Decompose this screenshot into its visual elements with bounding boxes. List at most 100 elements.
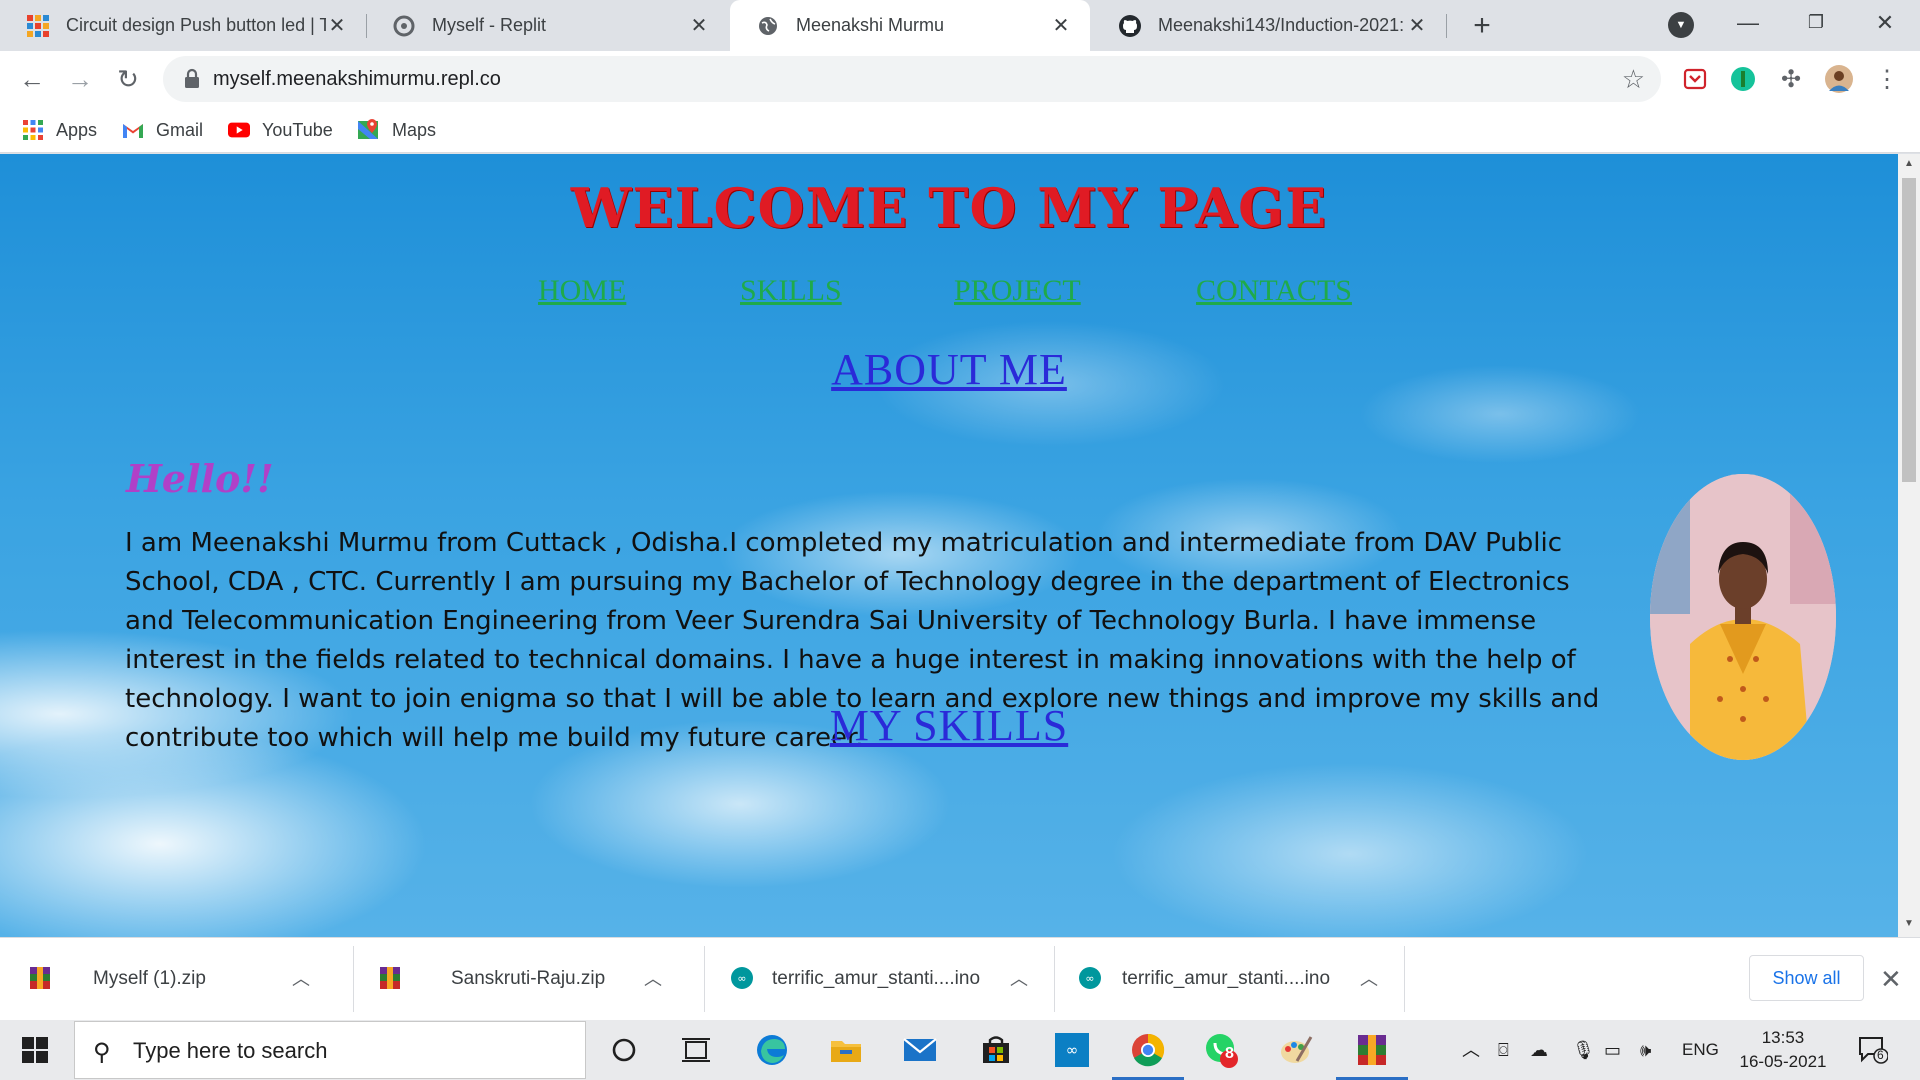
tab-meenakshi-murmu[interactable]: Meenakshi Murmu ✕	[730, 0, 1090, 51]
cortana-icon[interactable]	[604, 1030, 644, 1070]
language-indicator[interactable]: ENG	[1682, 1020, 1719, 1080]
battery-icon[interactable]: ▭	[1604, 1020, 1621, 1080]
close-downloads-icon[interactable]: ✕	[1880, 964, 1902, 995]
file-explorer-icon[interactable]	[826, 1030, 866, 1070]
chrome-icon[interactable]	[1128, 1030, 1168, 1070]
nav-link-contacts[interactable]: CONTACTS	[1196, 274, 1352, 308]
close-tab-icon[interactable]: ✕	[688, 15, 710, 37]
nav-link-skills[interactable]: SKILLS	[740, 274, 842, 308]
svg-text:∞: ∞	[1085, 972, 1094, 985]
whatsapp-badge: 8	[1225, 1045, 1234, 1062]
bookmark-label: Apps	[56, 119, 98, 140]
tab-title: Meenakshi143/Induction-2021: In	[1158, 15, 1406, 35]
winrar-icon	[28, 966, 52, 990]
page-content: WELCOME TO MY PAGE HOME SKILLS PROJECT C…	[0, 154, 1898, 937]
download-item[interactable]: Myself (1).zip ︿	[0, 938, 350, 1020]
tab-github[interactable]: Meenakshi143/Induction-2021: In ✕	[1092, 0, 1446, 51]
scroll-down-icon[interactable]: ▼	[1903, 918, 1915, 930]
my-skills-heading[interactable]: MY SKILLS	[0, 700, 1898, 751]
search-placeholder: Type here to search	[133, 1038, 328, 1063]
back-icon[interactable]: ←	[14, 61, 50, 97]
nav-link-project[interactable]: PROJECT	[954, 274, 1081, 308]
restore-icon[interactable]: ❐	[1786, 0, 1846, 45]
tab-title: Circuit design Push button led | T	[66, 15, 326, 35]
bookmark-maps[interactable]: Maps	[358, 107, 436, 153]
clock[interactable]: 13:53 16-05-2021	[1728, 1026, 1838, 1074]
download-filename: terrific_amur_stanti....ino	[772, 968, 981, 989]
tab-divider	[1446, 14, 1447, 38]
chevron-up-icon[interactable]: ︿	[1010, 938, 1028, 1020]
close-tab-icon[interactable]: ✕	[1050, 15, 1072, 37]
chevron-up-icon[interactable]: ︿	[292, 938, 310, 1020]
about-me-heading[interactable]: ABOUT ME	[0, 344, 1898, 395]
pocket-extension-icon[interactable]	[1680, 64, 1710, 94]
url-text: myself.meenakshimurmu.repl.co	[213, 68, 501, 90]
edge-browser-icon[interactable]	[752, 1030, 792, 1070]
windows-start-icon[interactable]	[22, 1037, 48, 1063]
chevron-up-icon[interactable]: ︿	[644, 938, 662, 1020]
browser-menu-icon[interactable]: ⋮	[1872, 64, 1902, 94]
tab-replit[interactable]: Myself - Replit ✕	[366, 0, 728, 51]
close-tab-icon[interactable]: ✕	[1406, 15, 1428, 37]
winrar-taskbar-icon[interactable]	[1352, 1030, 1392, 1070]
tab-title: Meenakshi Murmu	[796, 15, 945, 35]
volume-icon[interactable]: 🕪	[1640, 1020, 1651, 1080]
arduino-ide-icon[interactable]: ∞	[1052, 1030, 1092, 1070]
grammarly-extension-icon[interactable]	[1728, 64, 1758, 94]
download-filename: terrific_amur_stanti....ino	[1122, 968, 1331, 989]
microphone-icon[interactable]: 🎙	[1572, 1020, 1595, 1080]
reload-icon[interactable]: ↻	[110, 61, 146, 97]
svg-text:∞: ∞	[1066, 1041, 1079, 1059]
youtube-icon	[228, 119, 250, 141]
onedrive-icon[interactable]: ☁	[1530, 1020, 1548, 1080]
downloads-bar: Myself (1).zip ︿ Sanskruti-Raju.zip ︿ ∞ …	[0, 937, 1920, 1020]
welcome-heading: WELCOME TO MY PAGE	[570, 176, 1328, 240]
clock-time: 13:53	[1761, 1028, 1805, 1047]
nav-link-home[interactable]: HOME	[538, 274, 626, 308]
whatsapp-icon[interactable]: 8	[1202, 1030, 1242, 1070]
extensions-puzzle-icon[interactable]: ✣	[1776, 64, 1806, 94]
meet-now-icon[interactable]: ⌼	[1498, 1020, 1509, 1080]
scrollbar-thumb[interactable]	[1902, 178, 1916, 482]
tab-search-icon[interactable]: ▼	[1668, 12, 1694, 38]
bookmark-label: YouTube	[262, 119, 333, 140]
notification-center-icon[interactable]: 6	[1858, 1036, 1889, 1064]
close-tab-icon[interactable]: ✕	[326, 15, 348, 37]
store-icon[interactable]	[976, 1030, 1016, 1070]
show-hidden-icons-icon[interactable]: ︿	[1462, 1020, 1480, 1080]
globe-icon	[756, 14, 780, 38]
search-icon: ⚲	[93, 1039, 111, 1066]
close-window-icon[interactable]: ✕	[1855, 0, 1915, 45]
arduino-icon: ∞	[730, 966, 754, 990]
scroll-up-icon[interactable]: ▲	[1903, 158, 1915, 170]
bookmark-star-icon[interactable]: ☆	[1622, 64, 1645, 95]
download-filename: Myself (1).zip	[93, 968, 206, 989]
task-view-icon[interactable]	[676, 1030, 716, 1070]
bookmark-youtube[interactable]: YouTube	[228, 107, 333, 153]
mail-icon[interactable]	[900, 1030, 940, 1070]
bookmark-gmail[interactable]: Gmail	[122, 107, 203, 153]
maps-icon	[358, 119, 380, 141]
arduino-icon: ∞	[1078, 966, 1102, 990]
apps-grid-icon	[22, 119, 44, 141]
chevron-up-icon[interactable]: ︿	[1360, 938, 1378, 1020]
tab-tinkercad[interactable]: Circuit design Push button led | T ✕	[0, 0, 366, 51]
download-item[interactable]: ∞ terrific_amur_stanti....ino ︿	[1054, 938, 1404, 1020]
download-divider	[1404, 946, 1405, 1012]
download-item[interactable]: Sanskruti-Raju.zip ︿	[352, 938, 702, 1020]
bookmark-apps[interactable]: Apps	[22, 107, 97, 153]
minimize-icon[interactable]: —	[1718, 0, 1778, 45]
forward-icon[interactable]: →	[62, 61, 98, 97]
gmail-icon	[122, 119, 144, 141]
paint-icon[interactable]	[1276, 1030, 1316, 1070]
download-item[interactable]: ∞ terrific_amur_stanti....ino ︿	[704, 938, 1054, 1020]
lock-icon	[183, 68, 201, 90]
show-all-button[interactable]: Show all	[1749, 955, 1864, 1001]
new-tab-button[interactable]: +	[1466, 9, 1498, 42]
bookmark-label: Gmail	[156, 119, 204, 140]
profile-avatar[interactable]	[1824, 64, 1854, 94]
page-scrollbar[interactable]: ▲ ▼	[1898, 154, 1920, 937]
taskbar-search-input[interactable]: ⚲ Type here to search	[74, 1021, 586, 1079]
address-bar[interactable]: myself.meenakshimurmu.repl.co ☆	[163, 56, 1661, 102]
clock-date: 16-05-2021	[1739, 1052, 1827, 1071]
